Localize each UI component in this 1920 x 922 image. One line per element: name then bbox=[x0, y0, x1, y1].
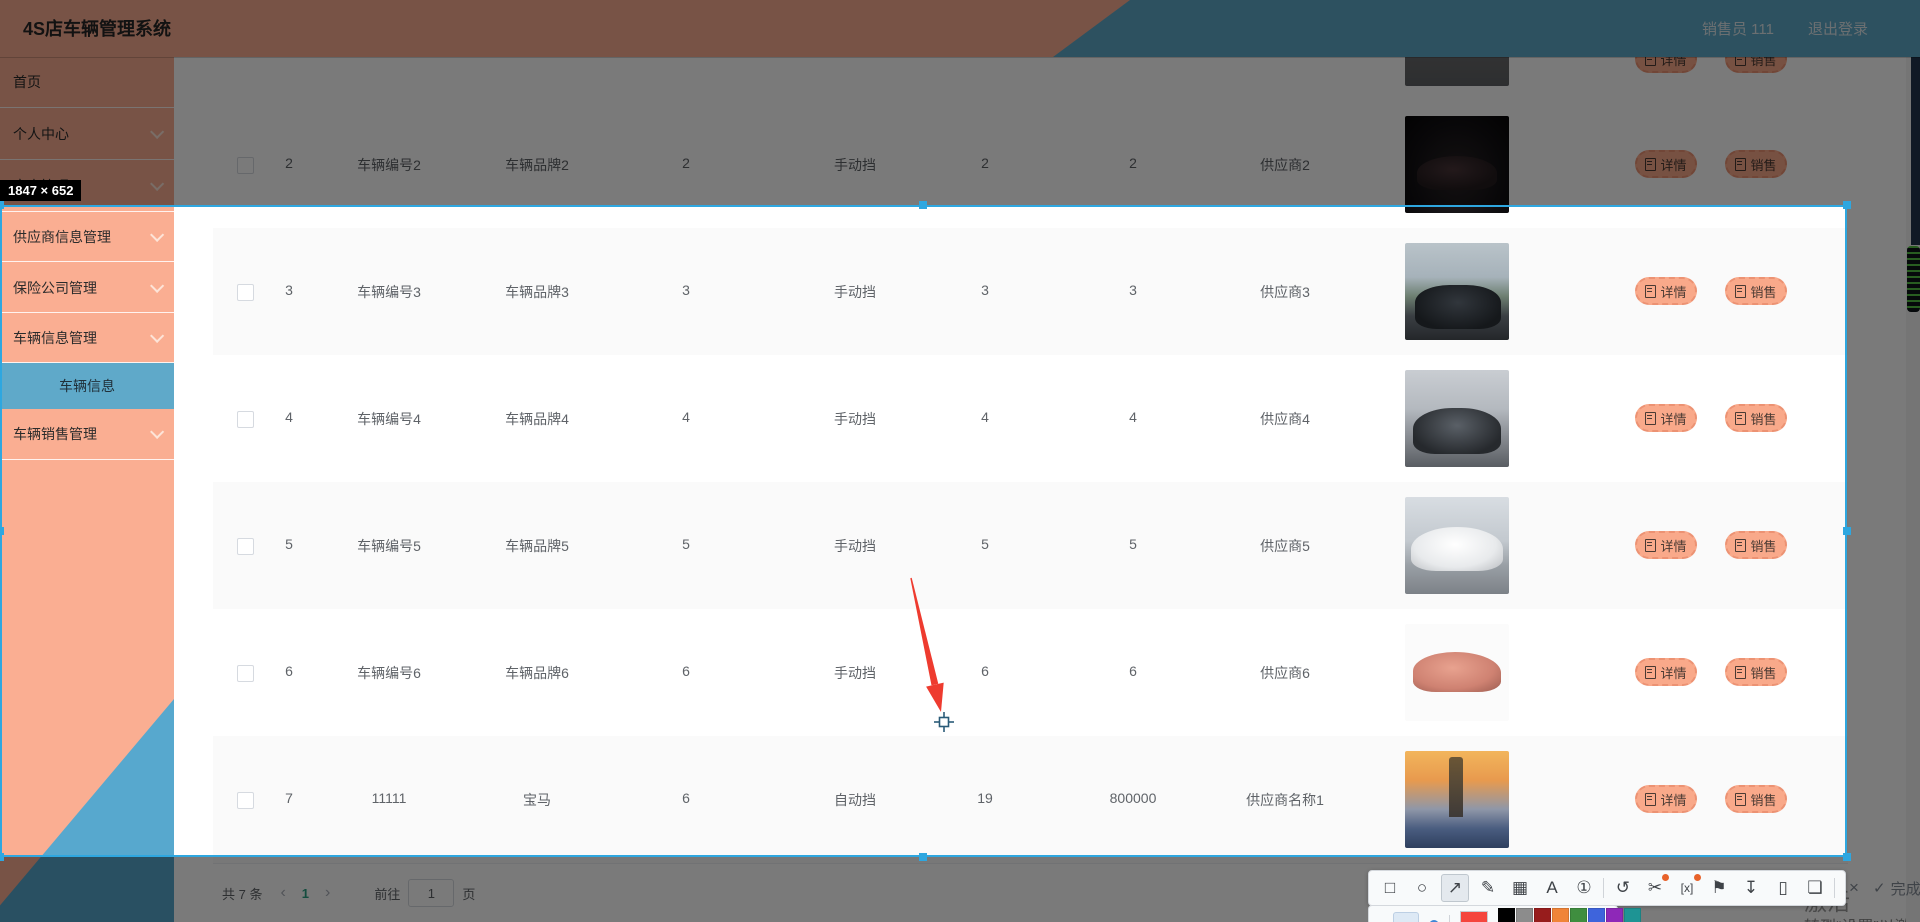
bookmark-tool-icon[interactable]: ❏ bbox=[1802, 875, 1828, 901]
toolbar-options bbox=[1368, 905, 1641, 922]
palette-color-6[interactable] bbox=[1606, 907, 1623, 922]
selection-handle-top-right[interactable] bbox=[1843, 201, 1851, 209]
selection-handle-bottom-right[interactable] bbox=[1843, 853, 1851, 861]
undo-tool-icon[interactable]: ↺ bbox=[1610, 875, 1636, 901]
dim-overlay-right bbox=[1847, 205, 1920, 857]
mosaic-tool-icon[interactable]: ▦ bbox=[1507, 875, 1533, 901]
selection-handle-top-left[interactable] bbox=[0, 201, 4, 209]
done-label: 完成 bbox=[1890, 880, 1920, 898]
selection-handle-bottom-mid[interactable] bbox=[919, 853, 927, 861]
device-tool-icon[interactable]: ▯ bbox=[1770, 875, 1796, 901]
ocr-tool-icon[interactable]: [x] bbox=[1674, 874, 1701, 901]
check-icon: ✓ bbox=[1873, 880, 1886, 897]
cut-tool-icon[interactable]: ✂ bbox=[1642, 874, 1669, 901]
palette-color-2[interactable] bbox=[1534, 907, 1551, 922]
text-tool-icon[interactable]: A bbox=[1539, 875, 1565, 901]
rectangle-tool-icon[interactable]: □ bbox=[1377, 875, 1403, 901]
selection-handle-right-mid[interactable] bbox=[1843, 527, 1851, 535]
selection-handle-bottom-left[interactable] bbox=[0, 853, 4, 861]
selection-size-badge: 1847 × 652 bbox=[0, 180, 82, 201]
current-color-swatch[interactable] bbox=[1460, 911, 1488, 922]
notification-dot bbox=[1662, 874, 1669, 881]
toolbar-main: □ ○ ↗ ✎ ▦ A ① ↺ ✂ [x] ⚑ ↧ ▯ ❏ × ✓ 完成 bbox=[1368, 870, 1920, 906]
notification-dot bbox=[1694, 874, 1701, 881]
palette-color-1[interactable] bbox=[1516, 907, 1533, 922]
pin-tool-icon[interactable]: ⚑ bbox=[1706, 875, 1732, 901]
screen: 详情销售2车辆编号2车辆品牌22手动挡22供应商2详情销售3车辆编号3车辆品牌3… bbox=[0, 0, 1920, 922]
palette-color-5[interactable] bbox=[1588, 907, 1605, 922]
toolbar-separator bbox=[1449, 915, 1450, 922]
dim-overlay-top bbox=[0, 0, 1920, 205]
palette-color-3[interactable] bbox=[1552, 907, 1569, 922]
palette-color-7[interactable] bbox=[1624, 907, 1641, 922]
toolbar-separator bbox=[1834, 878, 1835, 898]
cancel-tool-icon[interactable]: × bbox=[1841, 875, 1867, 901]
stroke-size-medium-selected[interactable] bbox=[1393, 912, 1419, 922]
color-palette bbox=[1498, 907, 1641, 922]
palette-color-0[interactable] bbox=[1498, 907, 1515, 922]
step-number-tool-icon[interactable]: ① bbox=[1571, 875, 1597, 901]
save-tool-icon[interactable]: ↧ bbox=[1738, 875, 1764, 901]
toolbar-separator bbox=[1603, 878, 1604, 898]
arrow-tool-icon[interactable]: ↗ bbox=[1441, 874, 1469, 902]
palette-color-4[interactable] bbox=[1570, 907, 1587, 922]
pencil-tool-icon[interactable]: ✎ bbox=[1475, 875, 1501, 901]
selection-handle-top-mid[interactable] bbox=[919, 201, 927, 209]
done-button[interactable]: ✓ 完成 bbox=[1873, 878, 1920, 899]
ellipse-tool-icon[interactable]: ○ bbox=[1409, 875, 1435, 901]
selection-rectangle[interactable] bbox=[0, 205, 1847, 857]
selection-handle-left-mid[interactable] bbox=[0, 527, 4, 535]
